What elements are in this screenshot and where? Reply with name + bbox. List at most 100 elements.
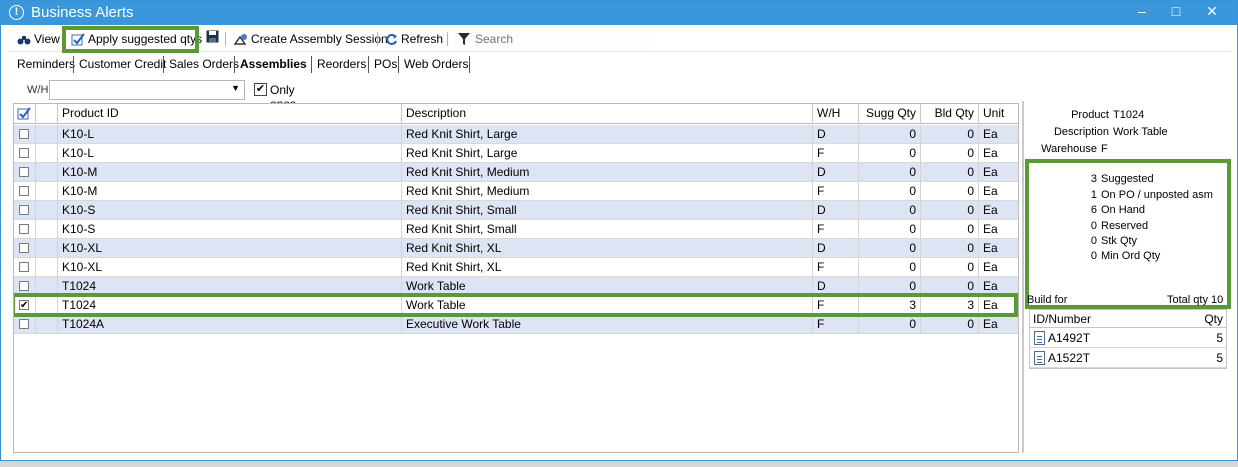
wh-header[interactable]: W/H [813, 104, 859, 124]
wh-cell: D [813, 201, 859, 220]
tab-separator [469, 56, 470, 73]
unit-cell: Ea [979, 315, 1018, 334]
refresh-icon [386, 34, 397, 46]
row-checkbox[interactable] [19, 224, 29, 234]
order-id: A1492T [1048, 331, 1091, 345]
table-row[interactable]: K10-XL Red Knit Shirt, XL F 0 0 Ea [14, 258, 1018, 277]
table-row[interactable]: K10-S Red Knit Shirt, Small D 0 0 Ea [14, 201, 1018, 220]
product-label: Product [1071, 109, 1109, 121]
save-button[interactable] [206, 30, 219, 48]
minimize-button[interactable]: – [1125, 1, 1159, 23]
order-qty: 5 [1216, 351, 1223, 365]
sugg-qty-cell: 0 [859, 239, 921, 258]
row-checkbox[interactable] [19, 281, 29, 291]
table-row[interactable]: T1024A Executive Work Table F 0 0 Ea [14, 315, 1018, 334]
table-row[interactable]: K10-L Red Knit Shirt, Large D 0 0 Ea [14, 125, 1018, 144]
description-cell: Red Knit Shirt, XL [402, 239, 813, 258]
bld-qty-cell: 0 [921, 144, 979, 163]
orders-header: ID/Number Qty [1030, 310, 1226, 328]
stat-number: 6 [1090, 204, 1097, 216]
wh-cell: F [813, 182, 859, 201]
create-assembly-session-button[interactable]: Create Assembly Session [233, 30, 388, 48]
product-id-header[interactable]: Product ID [58, 104, 402, 124]
toolbar-separator [377, 32, 378, 46]
description-cell: Red Knit Shirt, Large [402, 125, 813, 144]
stat-number: 0 [1090, 235, 1097, 247]
description-cell: Executive Work Table [402, 315, 813, 334]
product-value: T1024 [1113, 109, 1145, 121]
row-checkbox[interactable] [19, 319, 29, 329]
row-checkbox[interactable] [19, 243, 29, 253]
table-row[interactable]: K10-XL Red Knit Shirt, XL D 0 0 Ea [14, 239, 1018, 258]
row-checkbox[interactable] [19, 167, 29, 177]
order-id: A1522T [1048, 351, 1091, 365]
panel-splitter[interactable] [1022, 101, 1024, 453]
sugg-qty-header[interactable]: Sugg Qty [859, 104, 921, 124]
unit-header[interactable]: Unit [979, 104, 1018, 124]
row-checkbox[interactable] [19, 148, 29, 158]
wh-dropdown[interactable]: ▼ [49, 80, 245, 100]
select-all-header[interactable] [14, 104, 36, 124]
sugg-qty-cell: 0 [859, 201, 921, 220]
tab-customer-credit[interactable]: Customer Credit [79, 56, 166, 72]
id-number-header[interactable]: ID/Number [1033, 312, 1091, 326]
table-row[interactable]: K10-M Red Knit Shirt, Medium D 0 0 Ea [14, 163, 1018, 182]
row-checkbox-cell [14, 125, 36, 144]
table-row[interactable]: K10-S Red Knit Shirt, Small F 0 0 Ea [14, 220, 1018, 239]
view-button[interactable]: View [17, 30, 60, 48]
row-checkbox[interactable] [19, 205, 29, 215]
row-checkbox-cell [14, 144, 36, 163]
bld-qty-cell: 0 [921, 220, 979, 239]
only-sales-orders-checkbox[interactable]: ✔ [254, 83, 267, 96]
row-checkbox[interactable] [19, 186, 29, 196]
tab-reorders[interactable]: Reorders [317, 56, 366, 72]
wh-cell: D [813, 239, 859, 258]
tab-sales-orders[interactable]: Sales Orders [169, 56, 239, 72]
tab-separator [368, 56, 369, 73]
row-indicator-cell [36, 201, 58, 220]
stat-text: Reserved [1101, 220, 1149, 232]
bld-qty-cell: 0 [921, 163, 979, 182]
wh-cell: F [813, 315, 859, 334]
tab-pos[interactable]: POs [374, 56, 397, 72]
table-row[interactable]: K10-M Red Knit Shirt, Medium F 0 0 Ea [14, 182, 1018, 201]
wh-cell: D [813, 163, 859, 182]
bld-qty-cell: 0 [921, 315, 979, 334]
stat-text: On Hand [1101, 204, 1146, 216]
product-id-cell: K10-M [58, 163, 402, 182]
build-for-orders-table: ID/Number Qty A1492T 5 A1522T 5 [1029, 309, 1227, 369]
warehouse-value: F [1101, 143, 1108, 155]
stock-stats-box: 3 Suggested 1 On PO / unposted asm 6 On Han… [1025, 159, 1231, 309]
row-checkbox[interactable] [19, 262, 29, 272]
unit-cell: Ea [979, 201, 1018, 220]
row-checkbox-cell [14, 315, 36, 334]
product-id-cell: K10-S [58, 201, 402, 220]
build-for-label: Build for [1027, 294, 1068, 306]
description-label: Description [1053, 126, 1109, 138]
tab-reminders[interactable]: Reminders [17, 56, 75, 72]
maximize-button[interactable]: □ [1159, 1, 1193, 23]
sugg-qty-cell: 0 [859, 144, 921, 163]
order-qty: 5 [1216, 331, 1223, 345]
warehouse-label: Warehouse [1041, 143, 1097, 155]
qty-header[interactable]: Qty [1204, 312, 1223, 326]
description-cell: Red Knit Shirt, Large [402, 144, 813, 163]
tab-assemblies[interactable]: Assemblies [240, 56, 307, 72]
order-row[interactable]: A1522T 5 [1030, 348, 1226, 368]
tab-web-orders[interactable]: Web Orders [404, 56, 468, 72]
description-cell: Red Knit Shirt, XL [402, 258, 813, 277]
row-checkbox[interactable] [19, 129, 29, 139]
product-id-cell: K10-XL [58, 258, 402, 277]
close-button[interactable]: ✕ [1195, 1, 1229, 23]
table-row[interactable]: K10-L Red Knit Shirt, Large F 0 0 Ea [14, 144, 1018, 163]
product-id-cell: K10-M [58, 182, 402, 201]
bld-qty-cell: 0 [921, 125, 979, 144]
checkbox-icon [17, 107, 31, 120]
bld-qty-cell: 0 [921, 182, 979, 201]
search-input[interactable] [475, 30, 645, 48]
bld-qty-header[interactable]: Bld Qty [921, 104, 979, 124]
refresh-button[interactable]: Refresh [385, 30, 443, 48]
stat-text: Min Ord Qty [1101, 250, 1161, 262]
order-row[interactable]: A1492T 5 [1030, 328, 1226, 348]
description-header[interactable]: Description [402, 104, 813, 124]
